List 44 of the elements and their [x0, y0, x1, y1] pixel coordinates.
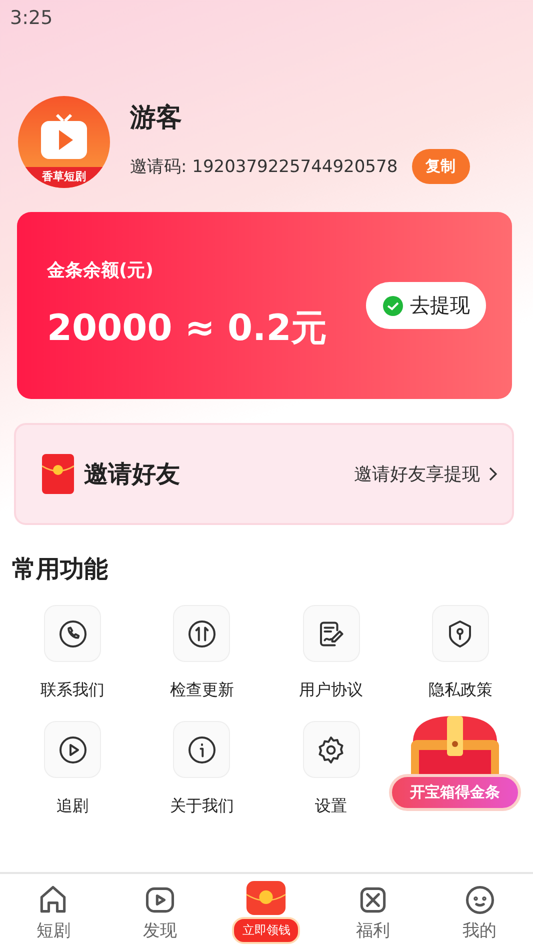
function-tile[interactable] — [302, 721, 360, 778]
settings-icon — [316, 734, 346, 764]
function-tile[interactable] — [44, 605, 102, 662]
chevron-right-icon — [488, 466, 498, 482]
upload-arrows-icon — [186, 618, 217, 648]
balance-title: 金条余额(元) — [47, 259, 154, 282]
function-tile[interactable] — [173, 605, 230, 662]
invite-code: 邀请码: 1920379225744920578 — [130, 156, 398, 178]
nav-label[interactable]: 短剧 — [36, 919, 70, 942]
balance-amount: 20000 ≈ 0.2元 — [47, 307, 328, 351]
function-label[interactable]: 关于我们 — [170, 796, 234, 817]
treasure-button[interactable]: 开宝箱得金条 — [389, 774, 521, 811]
function-label[interactable]: 检查更新 — [170, 680, 234, 701]
function-tile[interactable] — [44, 721, 102, 778]
info-icon — [186, 734, 217, 764]
envelope-icon — [42, 454, 74, 494]
nav-tab[interactable]: 立即领钱 — [213, 874, 320, 951]
function-tile[interactable] — [173, 721, 230, 778]
invite-title: 邀请好友 — [84, 459, 181, 490]
function-label[interactable]: 联系我们 — [40, 680, 105, 701]
function-tile[interactable] — [432, 605, 489, 662]
envelope-icon — [246, 881, 286, 915]
function-label[interactable]: 用户协议 — [299, 680, 364, 701]
app-logo: 香草短剧 — [18, 96, 110, 188]
nav-label[interactable]: 发现 — [142, 919, 177, 942]
withdraw-button[interactable]: 去提现 — [366, 282, 486, 329]
nav-label[interactable]: 我的 — [462, 919, 497, 942]
invite-link[interactable]: 邀请好友享提现 — [354, 462, 498, 486]
play-icon — [58, 734, 88, 764]
nav-tab[interactable]: 发现 — [106, 874, 214, 951]
nav-tab[interactable]: 短剧 — [0, 874, 107, 951]
nav-tab[interactable]: 我的 — [426, 874, 533, 951]
nav-label[interactable]: 福利 — [356, 919, 390, 942]
status-time: 3:25 — [10, 7, 53, 29]
function-label[interactable]: 追剧 — [56, 796, 89, 817]
user-name: 游客 — [130, 102, 183, 135]
invite-card[interactable]: 邀请好友 邀请好友享提现 — [14, 423, 514, 525]
section-title: 常用功能 — [12, 554, 109, 585]
phone-icon — [58, 618, 88, 648]
function-label[interactable]: 设置 — [315, 796, 348, 817]
nav-reward-label[interactable]: 立即领钱 — [232, 917, 300, 944]
function-label[interactable]: 隐私政策 — [428, 680, 492, 701]
nav-tab[interactable]: 福利 — [320, 874, 426, 951]
function-tile[interactable] — [302, 605, 360, 662]
